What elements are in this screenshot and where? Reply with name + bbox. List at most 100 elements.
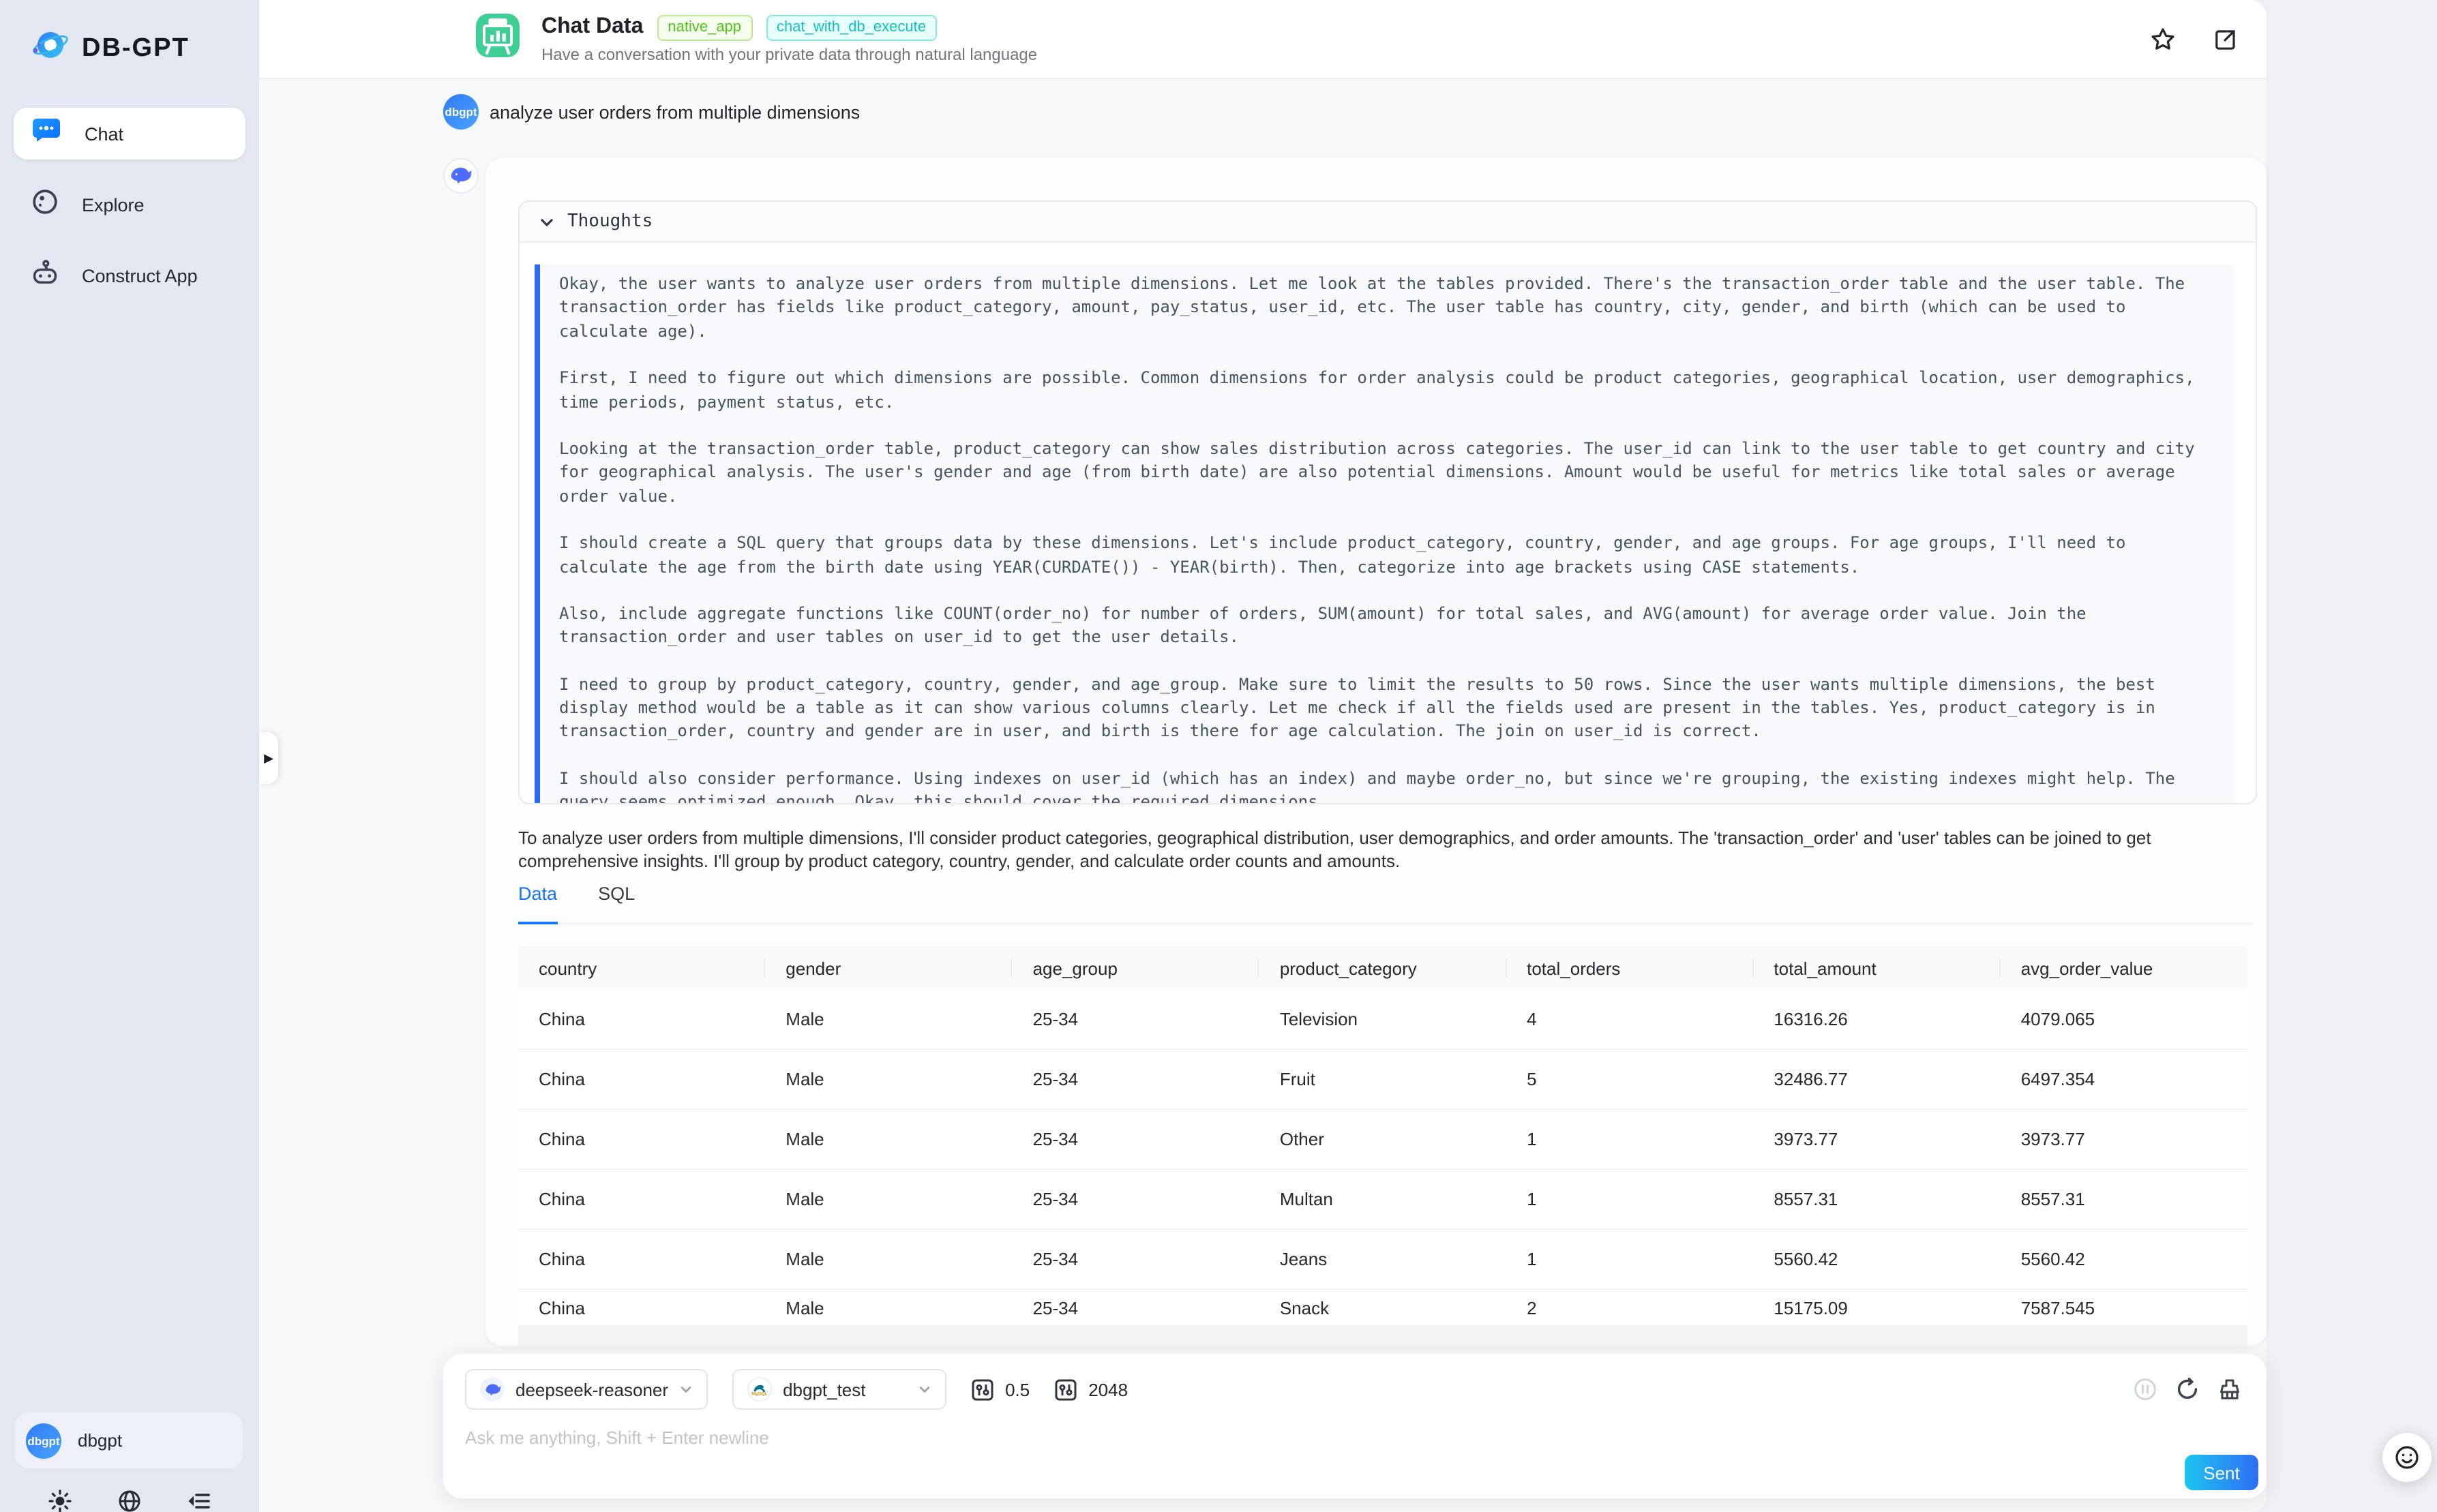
table-cell: 8557.31 [2001, 1170, 2247, 1228]
table-cell: 1 [1506, 1170, 1753, 1228]
table-cell: 3973.77 [1753, 1110, 2000, 1168]
language-globe-icon[interactable] [115, 1486, 145, 1512]
explore-icon [30, 186, 60, 223]
sidebar-expand-handle[interactable]: ▶ [259, 732, 278, 784]
thoughts-blockquote: Okay, the user wants to analyze user ord… [535, 264, 2235, 804]
svg-text:MySQL: MySQL [751, 1392, 768, 1397]
table-cell: 6497.354 [2001, 1050, 2247, 1108]
table-cell: 2 [1506, 1290, 1753, 1325]
table-cell: China [518, 1110, 765, 1168]
composer: deepseek-reasoner MySQL dbgpt_test [443, 1354, 2267, 1498]
user-message: dbgpt analyze user orders from multiple … [443, 94, 2267, 130]
share-export-icon[interactable] [2212, 25, 2239, 52]
chat-input[interactable] [465, 1427, 2245, 1448]
max-tokens-control[interactable]: 2048 [1054, 1378, 1128, 1401]
chat-data-app-icon [473, 11, 522, 67]
table-cell: 25-34 [1013, 990, 1259, 1048]
thoughts-toggle[interactable]: Thoughts [520, 202, 2256, 243]
pause-icon[interactable] [2133, 1377, 2157, 1402]
user-avatar: dbgpt [26, 1423, 61, 1458]
table-cell: 1 [1506, 1230, 1753, 1288]
model-select[interactable]: deepseek-reasoner [465, 1369, 708, 1410]
database-select[interactable]: MySQL dbgpt_test [732, 1369, 946, 1410]
user-profile[interactable]: dbgpt dbgpt [15, 1412, 243, 1468]
table-cell: Multan [1259, 1170, 1506, 1228]
thought-paragraph: Looking at the transaction_order table, … [559, 438, 2222, 509]
app-logo: DB-GPT [0, 0, 259, 72]
app-header: Chat Data native_app chat_with_db_execut… [259, 0, 2267, 78]
feedback-smiley-button[interactable] [2382, 1433, 2432, 1482]
result-table: countrygenderage_groupproduct_categoryto… [518, 946, 2247, 1346]
table-cell: 5560.42 [2001, 1230, 2247, 1288]
thought-paragraph: Okay, the user wants to analyze user ord… [559, 273, 2222, 344]
table-body: ChinaMale25-34Television416316.264079.06… [518, 990, 2247, 1325]
column-header: total_orders [1506, 946, 1753, 990]
table-cell: China [518, 1170, 765, 1228]
deepseek-whale-icon [443, 158, 479, 194]
table-cell: Fruit [1259, 1050, 1506, 1108]
sidebar-item-explore[interactable]: Explore [14, 179, 245, 230]
smiley-icon [2393, 1444, 2421, 1471]
table-cell: Male [765, 1170, 1012, 1228]
table-cell: Male [765, 1050, 1012, 1108]
table-scroll-strip[interactable] [518, 1325, 2247, 1346]
table-cell: 1 [1506, 1110, 1753, 1168]
max-tokens-value: 2048 [1088, 1379, 1128, 1400]
table-cell: 5 [1506, 1050, 1753, 1108]
table-header-row: countrygenderage_groupproduct_categoryto… [518, 946, 2247, 990]
robot-icon [30, 257, 60, 294]
sidebar-item-construct-app[interactable]: Construct App [14, 250, 245, 301]
temperature-control[interactable]: 0.5 [971, 1378, 1030, 1401]
sidebar-item-label: Chat [85, 123, 123, 144]
column-header: country [518, 946, 765, 990]
deepseek-model-icon [480, 1377, 505, 1402]
favorite-star-icon[interactable] [2149, 25, 2177, 52]
sidebar-item-label: Explore [82, 194, 145, 215]
thoughts-label: Thoughts [567, 211, 653, 232]
column-header: age_group [1013, 946, 1259, 990]
column-header: product_category [1259, 946, 1506, 990]
tab-data[interactable]: Data [518, 883, 557, 923]
table-cell: China [518, 990, 765, 1048]
table-cell: Snack [1259, 1290, 1506, 1325]
chevron-down-icon [679, 1382, 693, 1396]
table-cell: China [518, 1290, 765, 1325]
table-cell: Television [1259, 990, 1506, 1048]
table-cell: Jeans [1259, 1230, 1506, 1288]
send-button[interactable]: Sent [2185, 1455, 2258, 1490]
tab-sql[interactable]: SQL [598, 883, 635, 923]
table-cell: 8557.31 [1753, 1170, 2000, 1228]
assistant-summary: To analyze user orders from multiple dim… [518, 828, 2253, 873]
tag-native-app: native_app [657, 14, 752, 40]
page-title: Chat Data [541, 15, 643, 40]
table-cell: 25-34 [1013, 1230, 1259, 1288]
clear-brush-icon[interactable] [2217, 1377, 2242, 1402]
table-cell: 25-34 [1013, 1050, 1259, 1108]
table-cell: 15175.09 [1753, 1290, 2000, 1325]
table-cell: 25-34 [1013, 1290, 1259, 1325]
assistant-response-card: Thoughts Okay, the user wants to analyze… [485, 158, 2267, 1346]
table-cell: 4 [1506, 990, 1753, 1048]
table-cell: 32486.77 [1753, 1050, 2000, 1108]
user-message-text: analyze user orders from multiple dimens… [490, 102, 860, 122]
user-message-avatar: dbgpt [443, 94, 479, 130]
app-subtitle: Have a conversation with your private da… [541, 44, 1037, 63]
mysql-icon: MySQL [747, 1377, 772, 1402]
menu-fold-icon[interactable] [185, 1486, 215, 1512]
sidebar-item-chat[interactable]: Chat [14, 108, 245, 160]
table-cell: 4079.065 [2001, 990, 2247, 1048]
chat-icon [30, 114, 63, 153]
refresh-icon[interactable] [2175, 1377, 2200, 1402]
thoughts-panel: Thoughts Okay, the user wants to analyze… [518, 200, 2257, 804]
sliders-icon [971, 1378, 994, 1401]
theme-sun-icon[interactable] [44, 1486, 74, 1512]
table-row: ChinaMale25-34Snack215175.097587.545 [518, 1290, 2247, 1325]
dbgpt-logo-icon [30, 25, 71, 72]
sidebar-nav: Chat Explore [0, 108, 259, 301]
table-cell: 3973.77 [2001, 1110, 2247, 1168]
sidebar: DB-GPT Chat [0, 0, 259, 1512]
conversation-area: dbgpt analyze user orders from multiple … [443, 78, 2267, 1346]
sidebar-item-label: Construct App [82, 265, 198, 286]
chevron-down-icon [918, 1382, 931, 1396]
table-cell: Male [765, 990, 1012, 1048]
